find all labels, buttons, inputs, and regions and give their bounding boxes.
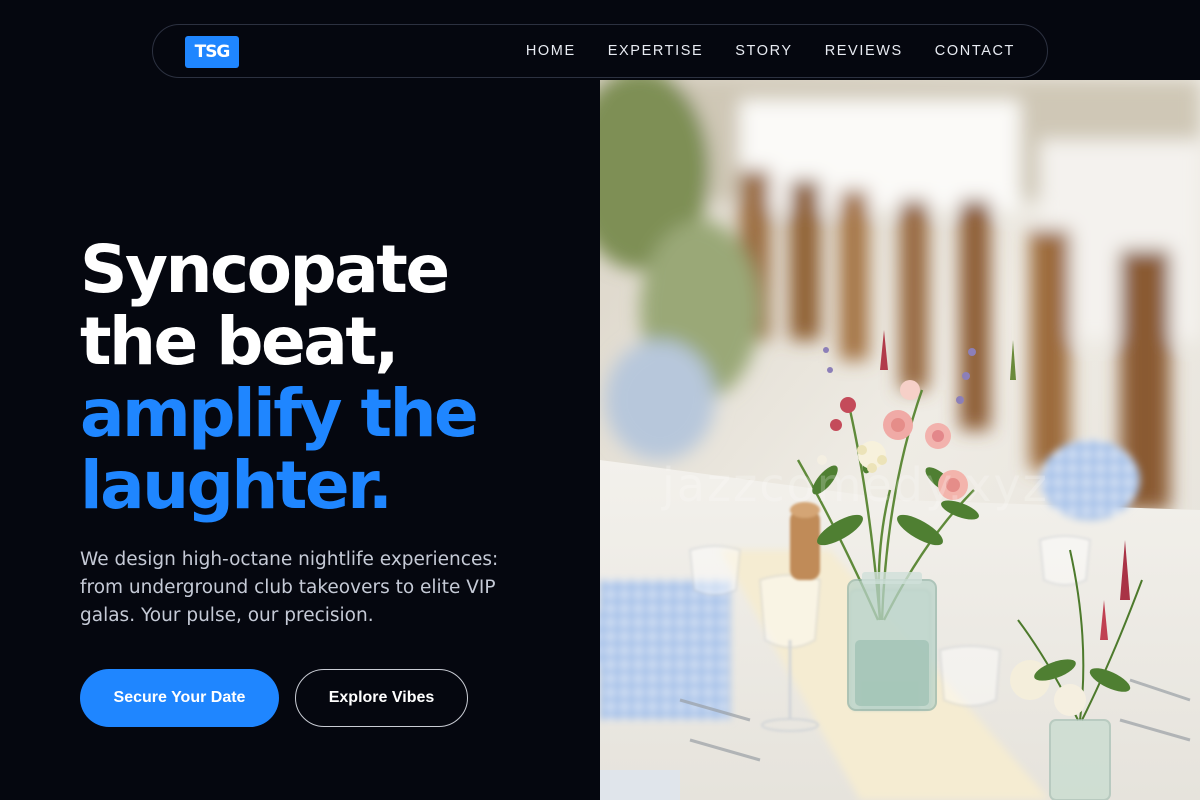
nav-item-story[interactable]: STORY (735, 43, 792, 59)
nav-links: HOME EXPERTISE STORY REVIEWS CONTACT (526, 25, 1015, 77)
hero-photo-table-setting: jazzcomedy.xyz (600, 80, 1200, 800)
nav-item-contact[interactable]: CONTACT (935, 43, 1015, 59)
top-navigation: TSG HOME EXPERTISE STORY REVIEWS CONTACT (152, 24, 1048, 78)
hero-headline: Syncopate the beat, amplify the laughter… (80, 234, 600, 522)
nav-item-reviews[interactable]: REVIEWS (825, 43, 903, 59)
nav-item-home[interactable]: HOME (526, 43, 576, 59)
secure-your-date-button[interactable]: Secure Your Date (80, 669, 279, 727)
image-watermark: jazzcomedy.xyz (662, 458, 1049, 512)
hero-lead-paragraph: We design high-octane nightlife experien… (80, 549, 499, 626)
headline-line-3: amplify the (80, 375, 479, 452)
headline-line-1: Syncopate (80, 231, 450, 308)
headline-line-2: the beat, (80, 303, 399, 380)
headline-line-4: laughter. (80, 447, 393, 524)
tsg-logo[interactable]: TSG (185, 36, 239, 68)
nav-item-expertise[interactable]: EXPERTISE (608, 43, 704, 59)
explore-vibes-button[interactable]: Explore Vibes (295, 669, 468, 727)
